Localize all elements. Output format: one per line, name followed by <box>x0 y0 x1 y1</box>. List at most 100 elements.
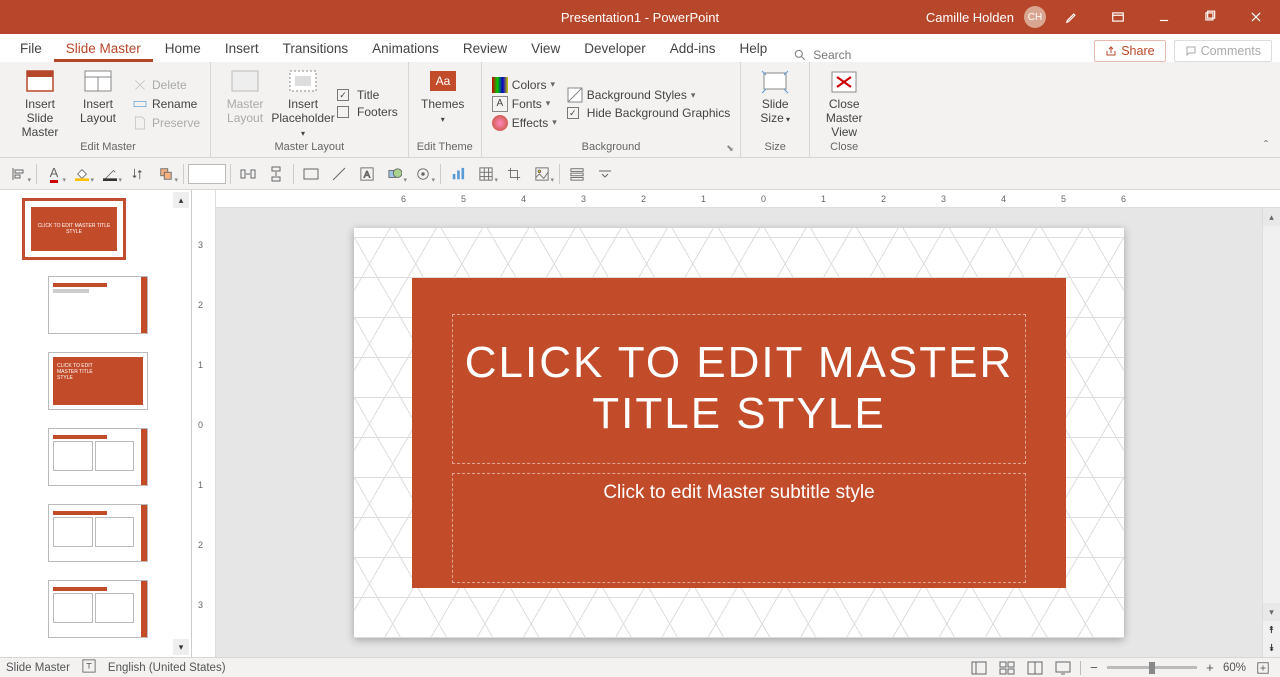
checkbox-icon <box>337 106 349 118</box>
group-background: Colors AFonts Effects Background Styles … <box>482 62 741 157</box>
status-bar: Slide Master English (United States) − +… <box>0 657 1280 677</box>
checkbox-icon <box>567 107 579 119</box>
title-checkbox[interactable]: Title <box>335 87 400 103</box>
il-label: Insert Layout <box>72 98 124 126</box>
tab-developer[interactable]: Developer <box>572 35 658 62</box>
distribute-v-button[interactable] <box>263 162 289 186</box>
ribbon-display-icon[interactable] <box>1098 2 1138 32</box>
outline-color-button[interactable]: ▾ <box>97 162 123 186</box>
tab-file[interactable]: File <box>8 35 54 62</box>
fill-color-button[interactable]: ▾ <box>69 162 95 186</box>
group-label-background: Background <box>490 141 732 155</box>
themes-button[interactable]: Aa Themes▾ <box>417 66 469 141</box>
fonts-button[interactable]: AFonts <box>490 95 559 113</box>
layout-thumb-2[interactable]: CLICK TO EDIT MASTER TITLE STYLE <box>48 352 148 410</box>
table-button[interactable]: ▾ <box>473 162 499 186</box>
normal-view-button[interactable] <box>968 659 990 677</box>
tab-animations[interactable]: Animations <box>360 35 451 62</box>
tab-insert[interactable]: Insert <box>213 35 271 62</box>
background-styles-button[interactable]: Background Styles <box>565 86 732 104</box>
rectangle-shape-button[interactable] <box>298 162 324 186</box>
chart-button[interactable] <box>445 162 471 186</box>
share-button[interactable]: Share <box>1094 40 1165 62</box>
sort-button[interactable] <box>125 162 151 186</box>
thumb-scroll-down[interactable]: ▾ <box>173 639 189 655</box>
pen-icon[interactable] <box>1052 2 1092 32</box>
subtitle-placeholder[interactable]: Click to edit Master subtitle style <box>452 473 1026 583</box>
user-avatar[interactable]: CH <box>1024 6 1046 28</box>
status-mode[interactable]: Slide Master <box>6 662 70 674</box>
delete-button: Delete <box>130 76 202 94</box>
thumbnails-pane[interactable]: ▴ CLICK TO EDIT MASTER TITLE STYLE CLICK… <box>0 190 192 657</box>
reading-view-button[interactable] <box>1024 659 1046 677</box>
insert-layout-button[interactable]: Insert Layout <box>72 66 124 141</box>
icons-button[interactable]: ▾ <box>410 162 436 186</box>
zoom-slider[interactable] <box>1107 666 1197 669</box>
sorter-view-button[interactable] <box>996 659 1018 677</box>
scroll-down-button[interactable]: ▾ <box>1263 603 1280 621</box>
maximize-button[interactable] <box>1190 2 1230 32</box>
vertical-scrollbar[interactable]: ▴ ▾ ⯭ ⯯ <box>1262 208 1280 657</box>
scroll-up-button[interactable]: ▴ <box>1263 208 1280 226</box>
shapes-button[interactable]: ▾ <box>382 162 408 186</box>
layout-thumb-5[interactable] <box>48 580 148 638</box>
master-layout-button: Master Layout <box>219 66 271 141</box>
layout-thumb-1[interactable] <box>48 276 148 334</box>
picture-button[interactable]: ▾ <box>529 162 555 186</box>
comments-button[interactable]: Comments <box>1174 40 1272 62</box>
more-commands-button[interactable] <box>592 162 618 186</box>
slide-area[interactable]: CLICK TO EDIT MASTER TITLE STYLE Click t… <box>216 208 1262 657</box>
effects-button[interactable]: Effects <box>490 114 559 132</box>
footers-checkbox[interactable]: Footers <box>335 104 400 120</box>
close-master-view-button[interactable]: Close Master View <box>818 66 870 141</box>
tab-slide-master[interactable]: Slide Master <box>54 35 153 62</box>
line-shape-button[interactable] <box>326 162 352 186</box>
colors-button[interactable]: Colors <box>490 76 559 94</box>
thumb-scroll-up[interactable]: ▴ <box>173 192 189 208</box>
status-language[interactable]: English (United States) <box>108 662 226 674</box>
close-button[interactable] <box>1236 2 1276 32</box>
shape-style-picker[interactable] <box>188 164 226 184</box>
tab-view[interactable]: View <box>519 35 572 62</box>
rename-button[interactable]: Rename <box>130 95 202 113</box>
layout-thumb-4[interactable] <box>48 504 148 562</box>
hide-bg-checkbox[interactable]: Hide Background Graphics <box>565 105 732 121</box>
textbox-button[interactable]: A <box>354 162 380 186</box>
slide-size-button[interactable]: Slide Size ▾ <box>749 66 801 141</box>
insert-slide-master-button[interactable]: Insert Slide Master <box>14 66 66 141</box>
master-content-box: CLICK TO EDIT MASTER TITLE STYLE Click t… <box>412 278 1066 588</box>
minimize-button[interactable] <box>1144 2 1184 32</box>
user-name[interactable]: Camille Holden <box>926 10 1014 25</box>
distribute-h-button[interactable] <box>235 162 261 186</box>
fit-to-window-button[interactable] <box>1252 659 1274 677</box>
insert-placeholder-button[interactable]: Insert Placeholder ▾ <box>277 66 329 141</box>
tell-me-search[interactable]: Search <box>793 48 851 62</box>
title-placeholder[interactable]: CLICK TO EDIT MASTER TITLE STYLE <box>452 314 1026 464</box>
selection-pane-button[interactable] <box>564 162 590 186</box>
tab-review[interactable]: Review <box>451 35 519 62</box>
collapse-ribbon-button[interactable]: ˆ <box>1258 137 1274 153</box>
tab-home[interactable]: Home <box>153 35 213 62</box>
colors-icon <box>492 77 508 93</box>
svg-text:A: A <box>364 169 371 180</box>
layout-thumb-3[interactable] <box>48 428 148 486</box>
ism-label: Insert Slide Master <box>14 98 66 139</box>
align-button[interactable]: ▾ <box>6 162 32 186</box>
group-close: Close Master View Close <box>810 62 878 157</box>
zoom-out-button[interactable]: − <box>1087 660 1101 675</box>
accessibility-icon[interactable] <box>82 659 96 676</box>
tab-transitions[interactable]: Transitions <box>271 35 361 62</box>
zoom-level[interactable]: 60% <box>1223 662 1246 674</box>
prev-slide-button[interactable]: ⯭ <box>1263 621 1280 639</box>
crop-button[interactable] <box>501 162 527 186</box>
background-dialog-launcher[interactable]: ⬊ <box>726 143 738 155</box>
font-color-button[interactable]: A▾ <box>41 162 67 186</box>
slideshow-view-button[interactable] <box>1052 659 1074 677</box>
slide-master-thumb[interactable]: CLICK TO EDIT MASTER TITLE STYLE <box>24 200 124 258</box>
next-slide-button[interactable]: ⯯ <box>1263 639 1280 657</box>
zoom-in-button[interactable]: + <box>1203 660 1217 675</box>
arrange-button[interactable]: ▾ <box>153 162 179 186</box>
slide-canvas[interactable]: CLICK TO EDIT MASTER TITLE STYLE Click t… <box>354 228 1124 638</box>
tab-addins[interactable]: Add-ins <box>658 35 728 62</box>
tab-help[interactable]: Help <box>728 35 780 62</box>
